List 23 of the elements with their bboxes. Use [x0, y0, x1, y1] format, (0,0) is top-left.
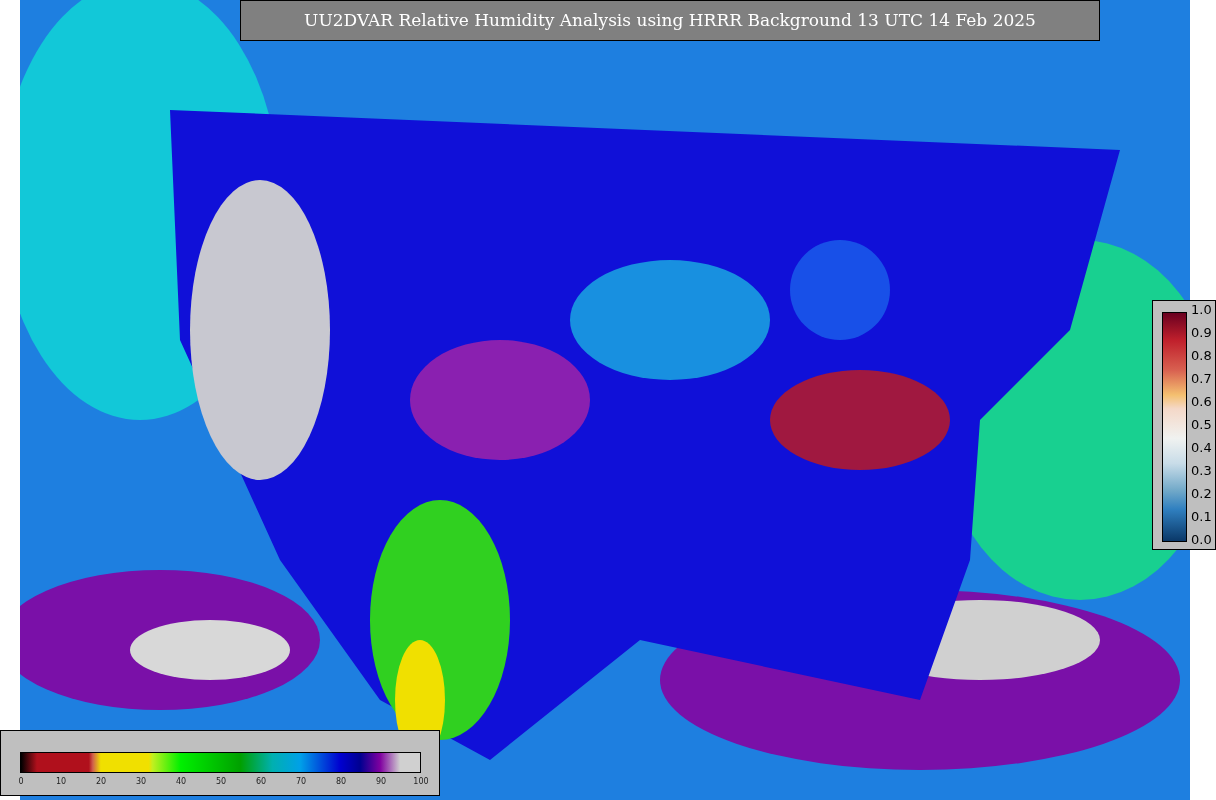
map-title: UU2DVAR Relative Humidity Analysis using HRRR Background 13 UTC 14 Feb 2025 — [304, 8, 1036, 32]
tick-label: 40 — [175, 776, 187, 788]
tick-label: 0 — [18, 776, 24, 788]
tick-label: 10 — [55, 776, 67, 788]
tick-label: 0.0 — [1191, 533, 1212, 547]
tick-label: 30 — [135, 776, 147, 788]
tick-label: 0.3 — [1191, 464, 1212, 478]
tick-label: 0.2 — [1191, 487, 1212, 501]
tick-label: 90 — [375, 776, 387, 788]
tick-label: 0.8 — [1191, 349, 1212, 363]
tick-label: 50 — [215, 776, 227, 788]
tick-label: 0.6 — [1191, 395, 1212, 409]
tick-label: 0.9 — [1191, 326, 1212, 340]
tick-label: 20 — [95, 776, 107, 788]
tick-label: 1.0 — [1191, 303, 1212, 317]
tick-label: 80 — [335, 776, 347, 788]
tick-label: 0.7 — [1191, 372, 1212, 386]
tick-label: 0.1 — [1191, 510, 1212, 524]
tick-label: 60 — [255, 776, 267, 788]
tick-label: 0.5 — [1191, 418, 1212, 432]
tick-label: 70 — [295, 776, 307, 788]
tick-label: 0.4 — [1191, 441, 1212, 455]
tick-label: 100 — [413, 776, 429, 788]
